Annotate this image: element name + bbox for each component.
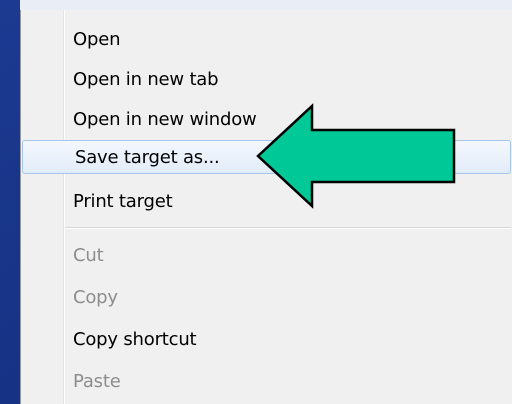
- menu-item-open-in-new-tab[interactable]: Open in new tab: [21, 62, 512, 96]
- menu-item-open[interactable]: Open: [21, 22, 512, 56]
- menu-item-label: Copy shortcut: [73, 328, 197, 350]
- menu-item-label: Open in new window: [73, 108, 257, 130]
- menu-item-copy-shortcut[interactable]: Copy shortcut: [21, 322, 512, 356]
- menu-separator: [65, 227, 511, 229]
- arrow-left-icon: [256, 103, 456, 209]
- menu-item-paste[interactable]: Paste: [21, 364, 512, 398]
- menu-item-copy[interactable]: Copy: [21, 280, 512, 314]
- menu-item-label: Print target: [73, 190, 173, 212]
- callout-arrow-shape: [256, 103, 456, 209]
- menu-item-cut[interactable]: Cut: [21, 238, 512, 272]
- menu-item-label: Open in new tab: [73, 68, 219, 90]
- menu-item-label: Open: [73, 28, 121, 50]
- menu-item-label: Paste: [73, 370, 121, 392]
- menu-item-label: Save target as...: [75, 146, 220, 168]
- menu-item-label: Cut: [73, 244, 104, 266]
- menu-item-label: Copy: [73, 286, 118, 308]
